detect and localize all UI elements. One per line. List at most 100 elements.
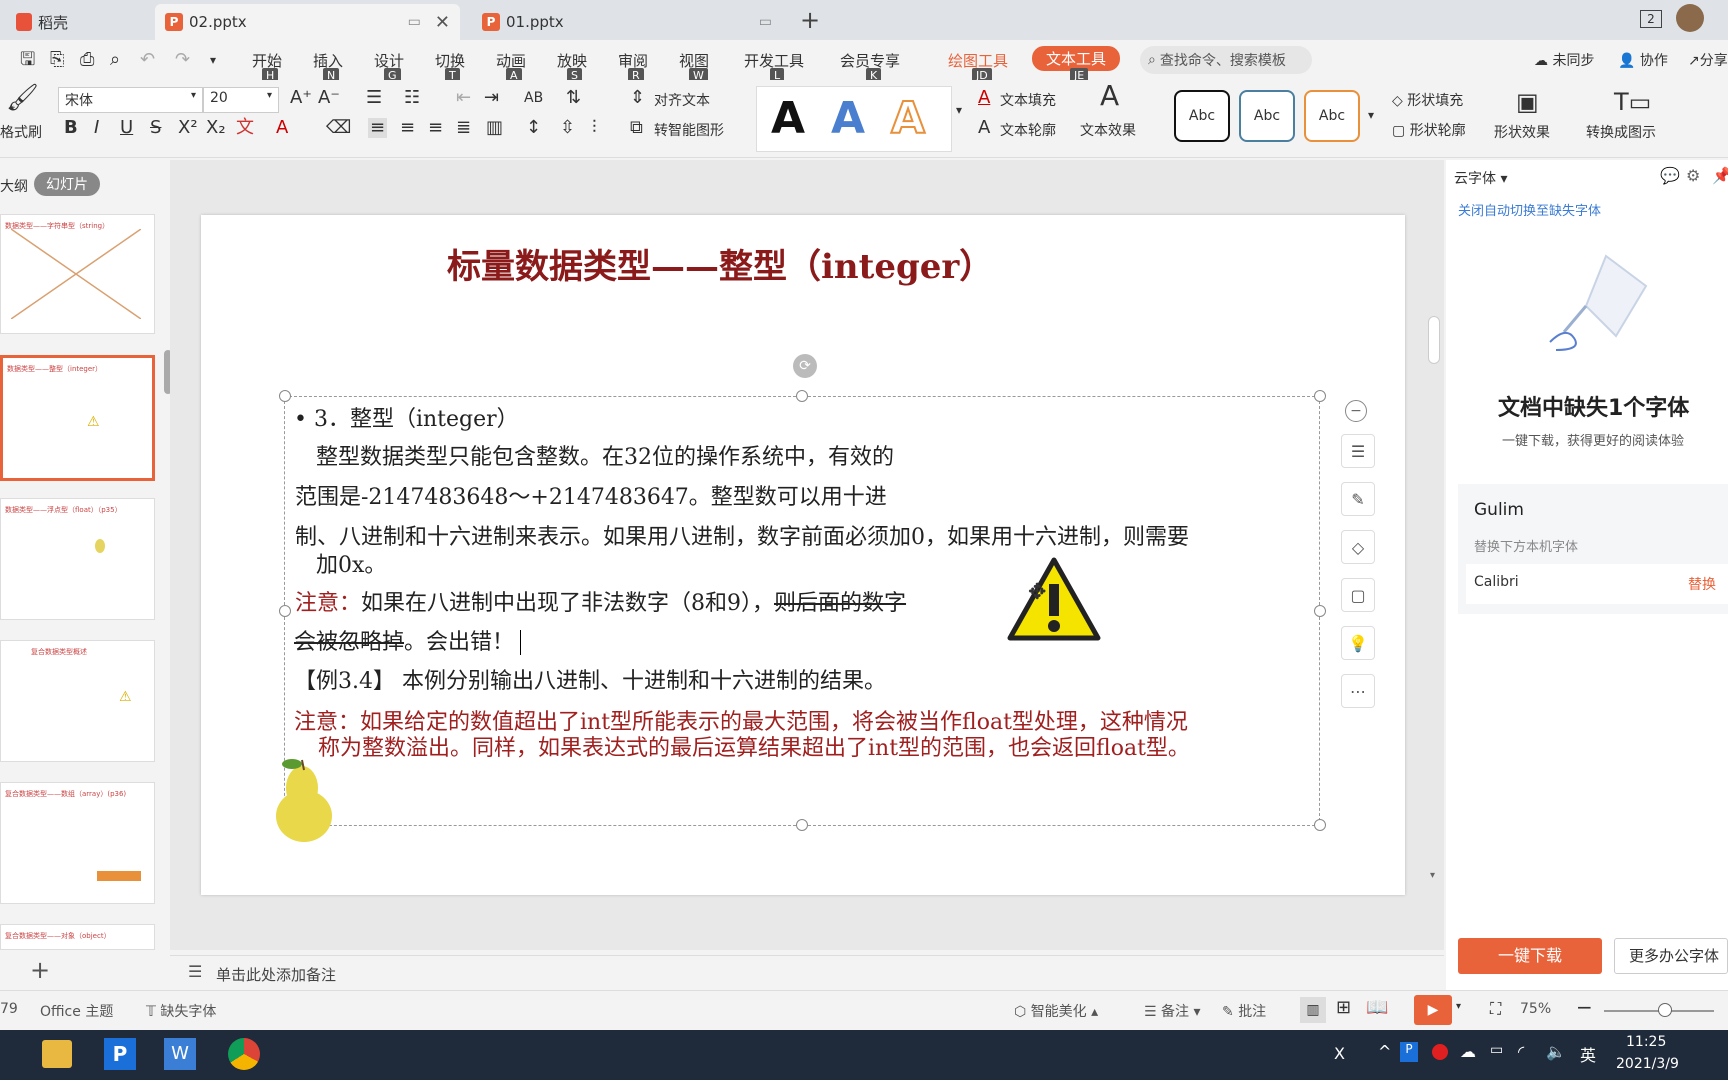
outline-tab[interactable]: 大纲 [0, 176, 28, 196]
replace-link[interactable]: 替换 [1688, 574, 1716, 594]
body-line[interactable]: 整型数据类型只能包含整数。在32位的操作系统中，有效的 [316, 439, 894, 471]
italic-icon[interactable]: I [94, 118, 99, 138]
shape-style-blue[interactable]: Abc [1239, 90, 1295, 142]
text-effect-icon[interactable]: A [1100, 82, 1119, 110]
justify-icon[interactable]: ≣ [456, 118, 471, 138]
record-icon[interactable] [1432, 1044, 1448, 1060]
sorter-view-icon[interactable]: ⊞ [1336, 997, 1351, 1018]
clock-date[interactable]: 2021/3/9 [1616, 1056, 1679, 1072]
zoom-out-icon[interactable]: − [1576, 995, 1593, 1019]
gear-icon[interactable]: ⚙ [1686, 166, 1700, 185]
volume-icon[interactable]: 🔈 [1546, 1042, 1566, 1061]
wordart-gallery[interactable]: A A A [756, 86, 952, 152]
wordart-style-orange[interactable]: A [890, 92, 926, 145]
text-fill-label[interactable]: 文本填充 [1000, 90, 1056, 110]
collab-button[interactable]: 👤 协作 [1618, 50, 1668, 70]
notes-area[interactable]: ☰ 单击此处添加备注 [170, 955, 1444, 989]
text-outline-icon[interactable]: A [978, 118, 990, 138]
slide-thumbnail[interactable]: 复合数据类型——数组（array）(p36) [0, 782, 155, 904]
canvas-scrollbar[interactable] [1428, 316, 1440, 364]
slide-thumbnail-selected[interactable]: 数据类型——整型（integer） ⚠ [0, 355, 155, 481]
slide-thumbnail[interactable]: 复合数据类型——对象（object） [0, 924, 155, 950]
tray-wps-icon[interactable]: P [1400, 1042, 1418, 1062]
text-fill-icon[interactable]: A [978, 88, 990, 108]
tab-02-pptx[interactable]: P 02.pptx ▭ ✕ [155, 4, 460, 40]
collapse-icon[interactable]: − [1345, 400, 1367, 422]
save-icon[interactable]: 🖫 [20, 50, 35, 70]
window-icon[interactable]: ▭ [759, 14, 772, 30]
decrease-indent-icon[interactable]: ⇤ [456, 88, 471, 108]
battery-icon[interactable]: ▭ [1490, 1042, 1503, 1058]
bold-icon[interactable]: B [64, 118, 78, 138]
body-line[interactable]: 加0x。 [316, 547, 386, 579]
shape-style-orange[interactable]: Abc [1304, 90, 1360, 142]
format-brush-icon[interactable]: 🖌 [6, 85, 39, 111]
theme-label[interactable]: Office 主题 [40, 1001, 113, 1021]
tray-expand-icon[interactable]: ^ [1378, 1042, 1391, 1061]
more-fonts-button[interactable]: 更多办公字体 [1614, 938, 1728, 974]
wifi-icon[interactable]: ◜ [1518, 1042, 1524, 1061]
numbering-icon[interactable]: ☷ [404, 88, 420, 108]
warning-triangle-icon[interactable] [1006, 556, 1102, 642]
export-icon[interactable]: ⎘ [50, 50, 64, 70]
pin-icon[interactable]: 📌 [1712, 166, 1728, 185]
pen-icon[interactable]: ✎ [1341, 482, 1375, 516]
shape-effect-label[interactable]: 形状效果 [1494, 122, 1550, 142]
shape-outline-button[interactable]: ▢ 形状轮廓 [1392, 120, 1466, 140]
note-line[interactable]: 注意：如果在八进制中出现了非法数字（8和9），则后面的数字 [295, 585, 906, 617]
reading-view-icon[interactable]: 📖 [1366, 997, 1388, 1018]
play-icon[interactable]: ▶ [1414, 995, 1452, 1025]
shape-style-more-icon[interactable]: ▾ [1368, 108, 1374, 122]
warning-note-line[interactable]: 称为整数溢出。同样，如果表达式的最后运算结果超出了int型的范围，也会返回flo… [318, 730, 1190, 762]
resize-handle[interactable] [796, 819, 808, 831]
dropdown-icon[interactable]: ▾ [210, 50, 216, 70]
rotate-handle-icon[interactable]: ⟳ [793, 354, 817, 378]
tab-01-pptx[interactable]: P 01.pptx ▭ [472, 4, 782, 40]
convert-chart-label[interactable]: 转换成图示 [1586, 122, 1656, 142]
wordart-style-black[interactable]: A [771, 93, 805, 144]
redo-icon[interactable]: ↷ [175, 50, 190, 70]
body-line[interactable]: 制、八进制和十六进制来表示。如果用八进制，数字前面必须加0，如果用十六进制，则需… [295, 519, 1189, 551]
shape-style-black[interactable]: Abc [1174, 90, 1230, 142]
underline-icon[interactable]: U [120, 118, 133, 138]
close-tab-icon[interactable]: ✕ [435, 12, 450, 33]
zoom-slider-thumb[interactable] [1658, 1003, 1672, 1017]
clock-time[interactable]: 11:25 [1626, 1034, 1666, 1050]
scroll-down-icon[interactable]: ▾ [1430, 870, 1435, 881]
align-text-icon[interactable]: ⇕ [630, 88, 645, 108]
font-name-select[interactable]: 宋体 ▾ [58, 87, 203, 113]
close-x-icon[interactable]: X [1334, 1044, 1345, 1063]
more-icon[interactable]: ⋯ [1341, 674, 1375, 708]
para-spacing-icon[interactable]: ⇳ [560, 118, 575, 138]
text-outline-label[interactable]: 文本轮廓 [1000, 120, 1056, 140]
slide-thumbnail[interactable]: 数据类型——字符串型（string） [0, 214, 155, 334]
missing-font-status[interactable]: 𝕋 缺失字体 [146, 1001, 216, 1021]
resize-handle[interactable] [1314, 605, 1326, 617]
resize-handle[interactable] [1314, 819, 1326, 831]
subscript-icon[interactable]: X₂ [206, 118, 226, 138]
comments-button[interactable]: ✎ 批注 [1222, 1001, 1266, 1021]
resize-handle[interactable] [279, 605, 291, 617]
print-icon[interactable]: ⎙ [80, 50, 94, 70]
cloud-icon[interactable]: ☁ [1460, 1042, 1476, 1061]
pear-icon[interactable] [272, 756, 336, 844]
slide-thumbnail[interactable]: 数据类型——浮点型（float）（p35） [0, 498, 155, 620]
pane-header[interactable]: 云字体 ▾ [1454, 168, 1507, 188]
line-spacing-icon[interactable]: ↕ [526, 118, 541, 138]
wps-app-icon[interactable]: W [164, 1038, 196, 1070]
disable-auto-switch-link[interactable]: 关闭自动切换至缺失字体 [1458, 200, 1601, 219]
window-count-badge[interactable]: 2 [1640, 10, 1662, 28]
replace-font-row[interactable]: Calibri 替换 [1466, 564, 1728, 604]
bullets-icon[interactable]: ☰ [366, 88, 382, 108]
shrink-font-icon[interactable]: A⁻ [318, 88, 340, 108]
gallery-more-icon[interactable]: ▾ [956, 100, 962, 120]
play-options-icon[interactable]: ▾ [1456, 1001, 1461, 1012]
ime-indicator[interactable]: 英 [1580, 1042, 1596, 1066]
body-line[interactable]: 范围是-2147483648～+2147483647。整型数可以用十进 [295, 479, 887, 511]
tab-daoke[interactable]: 稻壳 [6, 4, 152, 40]
strikethrough-icon[interactable]: S [150, 118, 161, 138]
fit-window-icon[interactable]: ⛶ [1490, 999, 1501, 1019]
download-button[interactable]: 一键下载 [1458, 938, 1602, 974]
wordart-style-blue[interactable]: A [831, 93, 865, 144]
grow-font-icon[interactable]: A⁺ [290, 88, 312, 108]
